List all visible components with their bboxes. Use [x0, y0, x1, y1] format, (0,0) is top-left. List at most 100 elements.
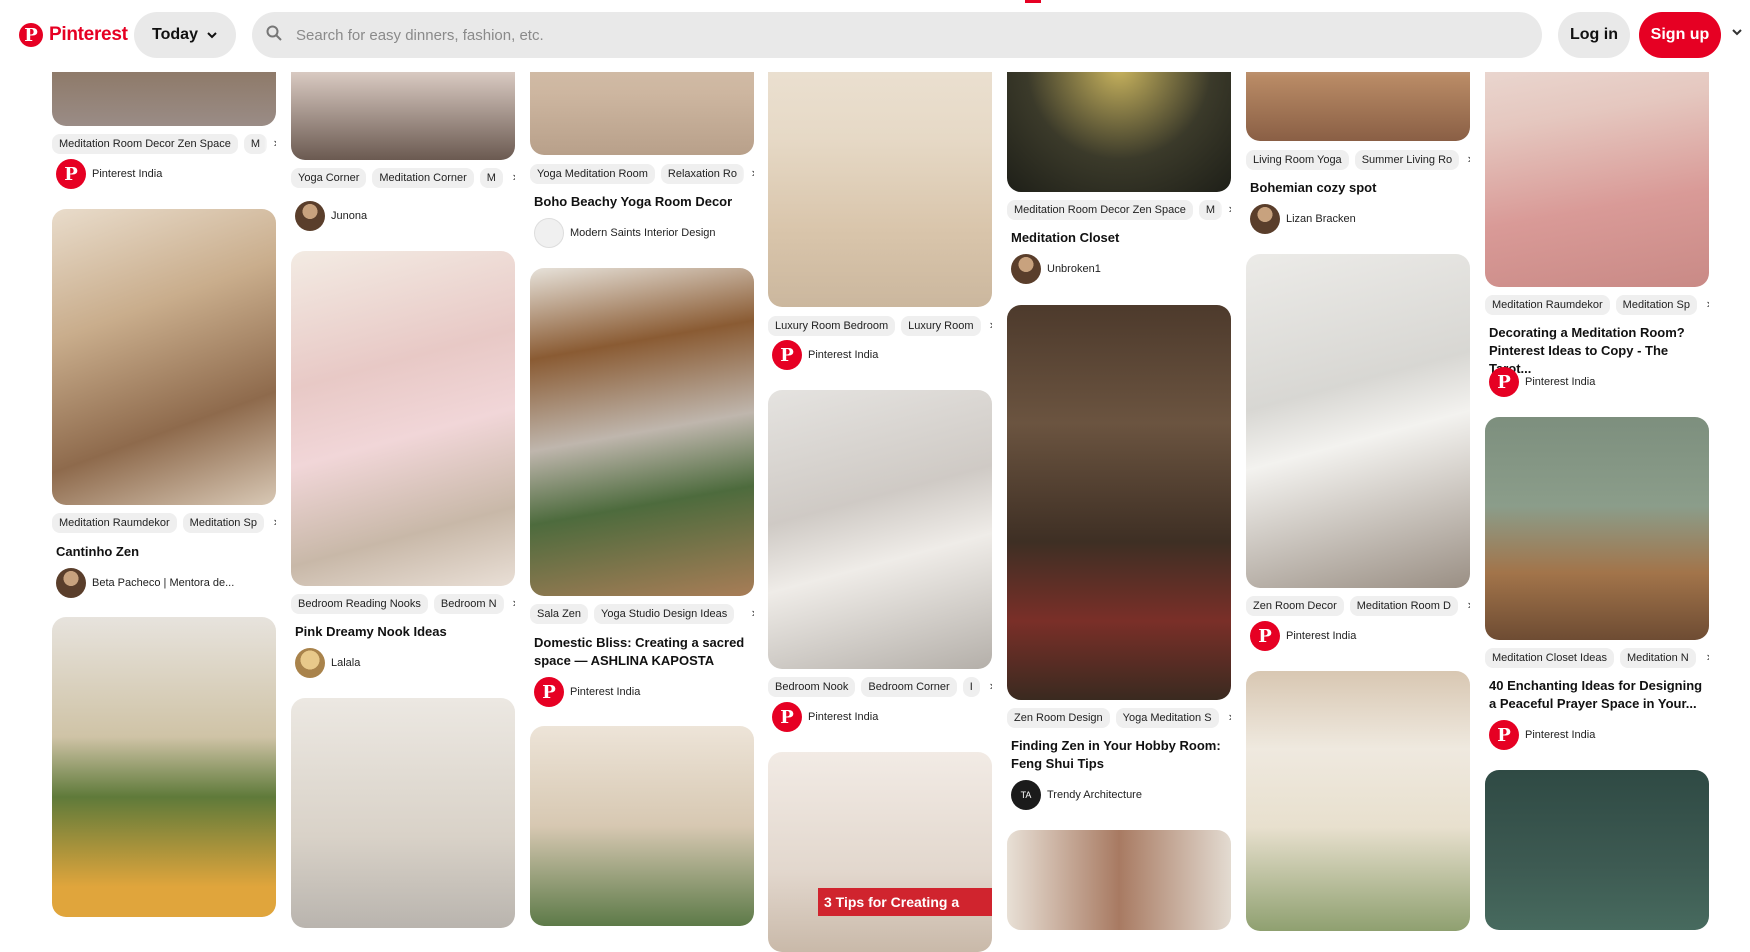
pin-author[interactable]: P Pinterest India: [56, 159, 162, 189]
tag-chip[interactable]: Luxury Room: [901, 316, 981, 336]
chevron-right-icon[interactable]: ›: [741, 605, 754, 620]
pin-image[interactable]: [1007, 830, 1231, 930]
pin-image[interactable]: [1007, 305, 1231, 700]
pin-image[interactable]: [52, 209, 276, 505]
pin-image[interactable]: [530, 268, 754, 596]
tag-chip[interactable]: Meditation Room Decor Zen Space: [1007, 200, 1193, 220]
author-name: Beta Pacheco | Mentora de...: [92, 577, 235, 589]
tag-chip[interactable]: Yoga Corner: [291, 168, 367, 188]
pin-author[interactable]: Junona: [295, 201, 367, 231]
pin-image[interactable]: [768, 390, 992, 669]
chevron-right-icon[interactable]: ›: [1218, 201, 1231, 216]
pin-title[interactable]: Boho Beachy Yoga Room Decor: [534, 193, 752, 211]
chevron-right-icon[interactable]: ›: [1696, 296, 1709, 311]
search-bar[interactable]: [252, 12, 1542, 58]
pin-author[interactable]: P Pinterest India: [1489, 720, 1595, 750]
tag-chip[interactable]: Meditation Closet Ideas: [1485, 648, 1614, 668]
author-name: Pinterest India: [1525, 376, 1596, 388]
pin-author[interactable]: TA Trendy Architecture: [1011, 780, 1142, 810]
pin-image[interactable]: [291, 698, 515, 928]
pin-author[interactable]: Lalala: [295, 648, 360, 678]
pin-author[interactable]: P Pinterest India: [1250, 621, 1356, 651]
pin-author[interactable]: Lizan Bracken: [1250, 204, 1356, 234]
pin-tags: Meditation Closet Ideas Meditation N ›: [1485, 646, 1709, 670]
tag-chip[interactable]: Yoga Meditation S: [1115, 708, 1219, 728]
tag-chip[interactable]: Sala Zen: [530, 604, 589, 624]
pin-image[interactable]: [1246, 671, 1470, 931]
tag-chip[interactable]: Meditation N: [1619, 648, 1696, 668]
tag-chip[interactable]: Meditation Corner: [372, 168, 474, 188]
chevron-right-icon[interactable]: ›: [1457, 151, 1470, 166]
pin-author[interactable]: Beta Pacheco | Mentora de...: [56, 568, 234, 598]
tag-chip[interactable]: Summer Living Ro: [1354, 150, 1460, 170]
pin-image[interactable]: [1485, 417, 1709, 640]
pin-tags: Sala Zen Yoga Studio Design Ideas ›: [530, 602, 754, 626]
tag-chip[interactable]: Yoga Studio Design Ideas: [594, 604, 735, 624]
pin-title[interactable]: Bohemian cozy spot: [1250, 179, 1468, 197]
pin-image[interactable]: 3 Tips for Creating a: [768, 752, 992, 952]
tag-chip[interactable]: Living Room Yoga: [1246, 150, 1349, 170]
pin-author[interactable]: Modern Saints Interior Design: [534, 218, 716, 248]
chevron-right-icon[interactable]: ›: [1457, 597, 1470, 612]
tag-chip[interactable]: Bedroom Nook: [768, 677, 856, 697]
tag-chip[interactable]: Zen Room Design: [1007, 708, 1110, 728]
pin-tags: Zen Room Decor Meditation Room D ›: [1246, 594, 1470, 618]
tag-chip[interactable]: Zen Room Decor: [1246, 596, 1344, 616]
login-button[interactable]: Log in: [1558, 12, 1630, 58]
pinterest-logo[interactable]: P Pinterest: [19, 23, 128, 47]
tag-chip[interactable]: Bedroom Reading Nooks: [291, 594, 428, 614]
tag-chip[interactable]: Luxury Room Bedroom: [768, 316, 896, 336]
chevron-right-icon[interactable]: ›: [502, 169, 515, 184]
tag-chip[interactable]: Meditation Room Decor Zen Space: [52, 134, 238, 154]
pin-author[interactable]: P Pinterest India: [772, 702, 878, 732]
pin-author[interactable]: P Pinterest India: [772, 340, 878, 370]
chevron-right-icon[interactable]: ›: [263, 514, 276, 529]
author-name: Pinterest India: [1525, 729, 1596, 741]
pin-image[interactable]: [291, 251, 515, 586]
pin-title[interactable]: 40 Enchanting Ideas for Designing a Peac…: [1489, 677, 1707, 713]
pin-title[interactable]: Domestic Bliss: Creating a sacred space …: [534, 634, 752, 670]
pin-overlay-text: 3 Tips for Creating a: [818, 888, 992, 916]
pin-title[interactable]: Pink Dreamy Nook Ideas: [295, 623, 513, 641]
tag-chip[interactable]: M: [479, 168, 503, 188]
author-name: Junona: [331, 210, 368, 222]
tag-chip[interactable]: Meditation Sp: [182, 513, 264, 533]
today-button[interactable]: Today: [134, 12, 236, 58]
tag-chip[interactable]: Meditation Sp: [1615, 295, 1697, 315]
avatar: [56, 568, 86, 598]
chevron-right-icon[interactable]: ›: [1218, 709, 1231, 724]
pin-title[interactable]: Finding Zen in Your Hobby Room: Feng Shu…: [1011, 737, 1229, 773]
pin-author[interactable]: P Pinterest India: [534, 677, 640, 707]
chevron-right-icon[interactable]: ›: [741, 165, 754, 180]
pin-author[interactable]: P Pinterest India: [1489, 367, 1595, 397]
tag-chip[interactable]: Relaxation Ro: [660, 164, 744, 184]
chevron-right-icon[interactable]: ›: [263, 135, 276, 150]
author-name: Pinterest India: [92, 168, 163, 180]
chevron-right-icon[interactable]: ›: [979, 678, 992, 693]
chevron-right-icon[interactable]: ›: [1696, 649, 1709, 664]
signup-button[interactable]: Sign up: [1639, 12, 1721, 58]
pin-title[interactable]: Cantinho Zen: [56, 543, 274, 561]
pin-author[interactable]: Unbroken1: [1011, 254, 1101, 284]
chevron-right-icon[interactable]: ›: [502, 595, 515, 610]
pin-image[interactable]: [1246, 254, 1470, 588]
tag-chip[interactable]: Meditation Room D: [1349, 596, 1458, 616]
tag-chip[interactable]: Bedroom N: [433, 594, 504, 614]
active-indicator: [1025, 0, 1041, 3]
avatar: [295, 648, 325, 678]
more-chevron-icon[interactable]: [1731, 26, 1743, 41]
pin-title[interactable]: Meditation Closet: [1011, 229, 1229, 247]
tag-chip[interactable]: Yoga Meditation Room: [530, 164, 655, 184]
pin-image[interactable]: [52, 617, 276, 917]
pin-tags: Yoga Corner Meditation Corner M ›: [291, 166, 515, 190]
pin-image[interactable]: [530, 726, 754, 926]
tag-chip[interactable]: Meditation Raumdekor: [52, 513, 177, 533]
pin-tags: Meditation Raumdekor Meditation Sp ›: [52, 511, 276, 535]
tag-chip[interactable]: Meditation Raumdekor: [1485, 295, 1610, 315]
pin-image[interactable]: [1485, 770, 1709, 930]
tag-chip[interactable]: Bedroom Corner: [861, 677, 957, 697]
chevron-right-icon[interactable]: ›: [979, 317, 992, 332]
search-input[interactable]: [294, 25, 1498, 45]
tag-chip[interactable]: I: [962, 677, 980, 697]
pinterest-avatar-icon: P: [534, 677, 564, 707]
